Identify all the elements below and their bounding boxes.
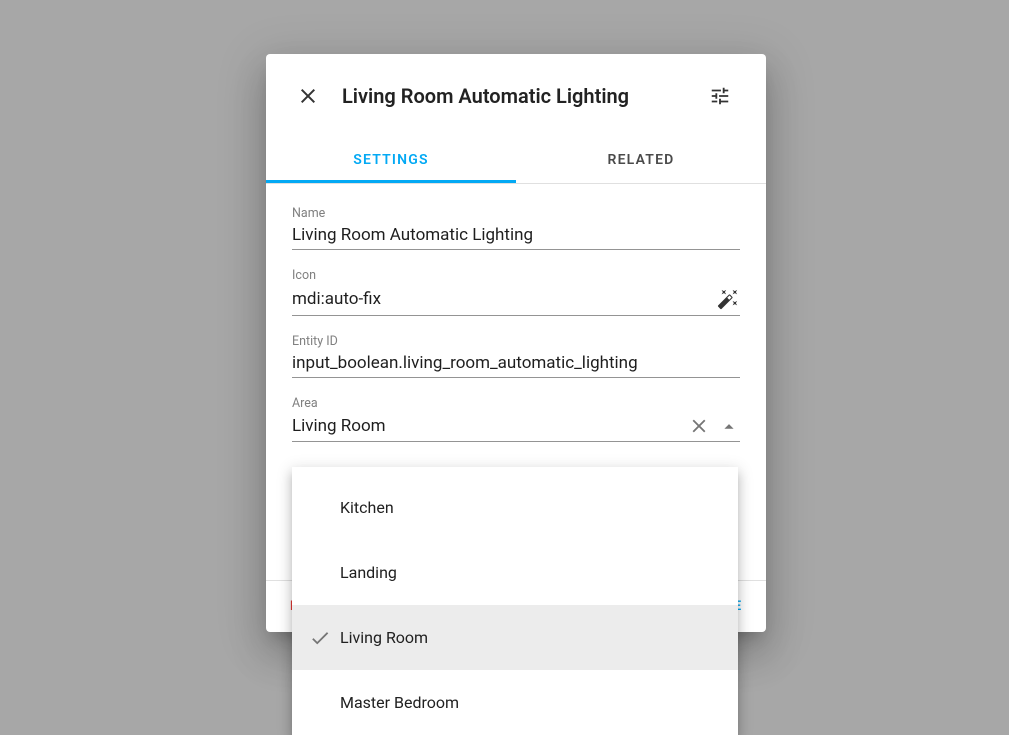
tabs: SETTINGS RELATED: [266, 138, 766, 184]
dialog-title: Living Room Automatic Lighting: [330, 84, 698, 108]
name-label: Name: [292, 206, 740, 221]
close-icon: [688, 415, 710, 437]
area-option-label: Kitchen: [340, 498, 394, 517]
name-field: Name Living Room Automatic Lighting: [292, 206, 740, 250]
area-option-label: Living Room: [340, 628, 428, 647]
dialog-header: Living Room Automatic Lighting: [266, 54, 766, 138]
area-dropdown-menu: Kitchen Landing Living Room Master Bedro…: [292, 467, 738, 735]
area-label: Area: [292, 396, 740, 411]
area-dropdown-toggle[interactable]: [718, 415, 740, 437]
check-icon: [308, 626, 332, 650]
clear-area-button[interactable]: [688, 415, 710, 437]
area-input[interactable]: Living Room: [292, 416, 680, 436]
close-button[interactable]: [286, 74, 330, 118]
icon-label: Icon: [292, 268, 740, 283]
area-option-living-room[interactable]: Living Room: [292, 605, 738, 670]
tune-icon: [709, 85, 731, 107]
options-button[interactable]: [698, 74, 742, 118]
menu-up-icon: [718, 415, 740, 437]
entity-id-label: Entity ID: [292, 334, 740, 349]
area-option-kitchen[interactable]: Kitchen: [292, 475, 738, 540]
area-option-label: Master Bedroom: [340, 693, 459, 712]
icon-field: Icon mdi:auto-fix: [292, 268, 740, 316]
entity-id-field: Entity ID input_boolean.living_room_auto…: [292, 334, 740, 378]
name-input[interactable]: Living Room Automatic Lighting: [292, 225, 740, 245]
auto-fix-icon: [716, 287, 740, 311]
area-option-landing[interactable]: Landing: [292, 540, 738, 605]
entity-settings-dialog: Living Room Automatic Lighting SETTINGS …: [266, 54, 766, 632]
area-option-label: Landing: [340, 563, 397, 582]
tab-related[interactable]: RELATED: [516, 138, 766, 183]
close-icon: [296, 84, 320, 108]
icon-input[interactable]: mdi:auto-fix: [292, 289, 716, 309]
tab-settings[interactable]: SETTINGS: [266, 138, 516, 183]
entity-id-input[interactable]: input_boolean.living_room_automatic_ligh…: [292, 353, 740, 373]
area-option-master-bedroom[interactable]: Master Bedroom: [292, 670, 738, 735]
area-field: Area Living Room: [292, 396, 740, 442]
